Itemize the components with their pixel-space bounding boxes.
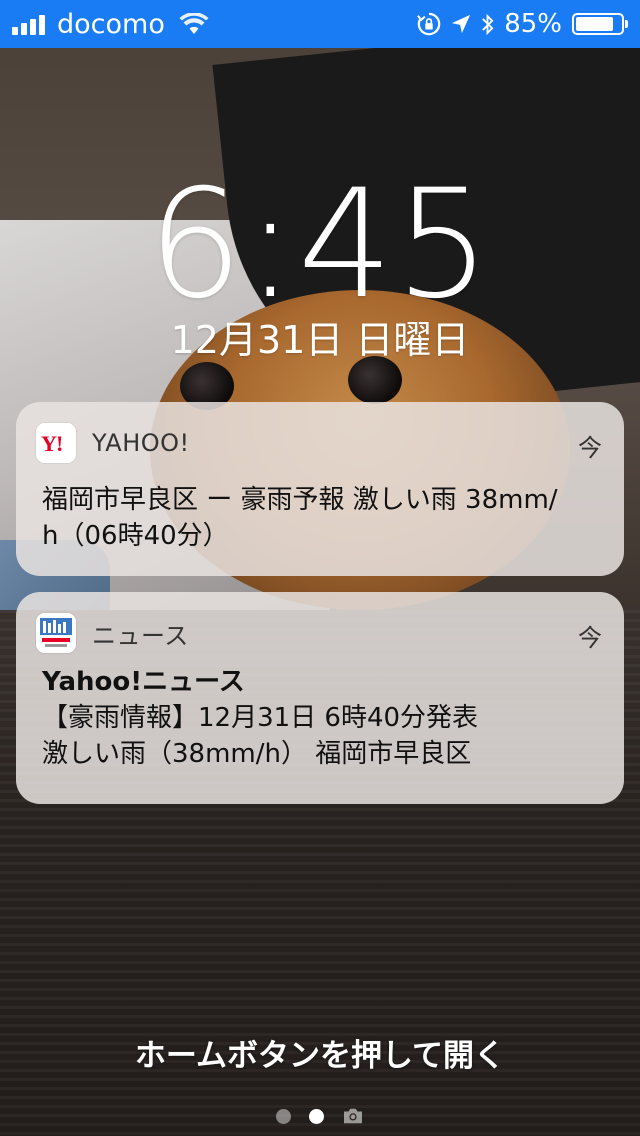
bluetooth-icon	[481, 13, 494, 36]
battery-percent: 85%	[504, 9, 562, 39]
battery-icon	[572, 13, 628, 35]
page-dot[interactable]	[276, 1108, 291, 1124]
notification-body: 福岡市早良区 ー 豪雨予報 激しい雨 38mm/ h（06時40分）	[42, 482, 600, 554]
notification-time: 今	[578, 624, 602, 652]
camera-icon[interactable]	[342, 1107, 364, 1125]
notification-app-name: ニュース	[92, 621, 189, 650]
orientation-lock-icon	[417, 12, 441, 36]
svg-text:Y: Y	[41, 431, 57, 456]
unlock-hint: ホームボタンを押して開く	[134, 1038, 506, 1074]
notification-title: Yahoo!ニュース	[42, 667, 245, 697]
wifi-icon	[173, 13, 209, 35]
notification-body: Yahoo!ニュース 【豪雨情報】12月31日 6時40分発表 激しい雨（38m…	[42, 664, 600, 772]
signal-icon	[12, 13, 45, 35]
notification-body-line: 激しい雨（38mm/h） 福岡市早良区	[42, 739, 472, 769]
location-icon	[451, 14, 471, 34]
notification-body-line: h（06時40分）	[42, 521, 229, 551]
lock-screen: docomo 85% 6:45 12月31日 日曜日 Y ! YAHOO! 今 …	[0, 0, 640, 1136]
battery-level-fill	[576, 17, 613, 31]
notification-body-line: 【豪雨情報】12月31日 6時40分発表	[42, 703, 479, 733]
yahoo-news-app-icon	[36, 613, 76, 653]
carrier-name: docomo	[57, 8, 165, 40]
notification-app-name: YAHOO!	[92, 429, 190, 457]
status-bar: docomo 85%	[0, 0, 640, 48]
notification-body-line: 福岡市早良区 ー 豪雨予報 激しい雨 38mm/	[42, 485, 558, 515]
notification-news[interactable]: ニュース 今 Yahoo!ニュース 【豪雨情報】12月31日 6時40分発表 激…	[16, 592, 624, 804]
notification-yahoo[interactable]: Y ! YAHOO! 今 福岡市早良区 ー 豪雨予報 激しい雨 38mm/ h（…	[16, 402, 624, 576]
lock-time: 6:45	[147, 158, 493, 332]
page-indicator	[0, 1104, 640, 1128]
yahoo-app-icon: Y !	[36, 423, 76, 463]
notification-time: 今	[578, 434, 602, 462]
lock-date: 12月31日 日曜日	[170, 318, 470, 362]
svg-text:!: !	[56, 431, 63, 456]
page-dot-active[interactable]	[309, 1108, 324, 1124]
